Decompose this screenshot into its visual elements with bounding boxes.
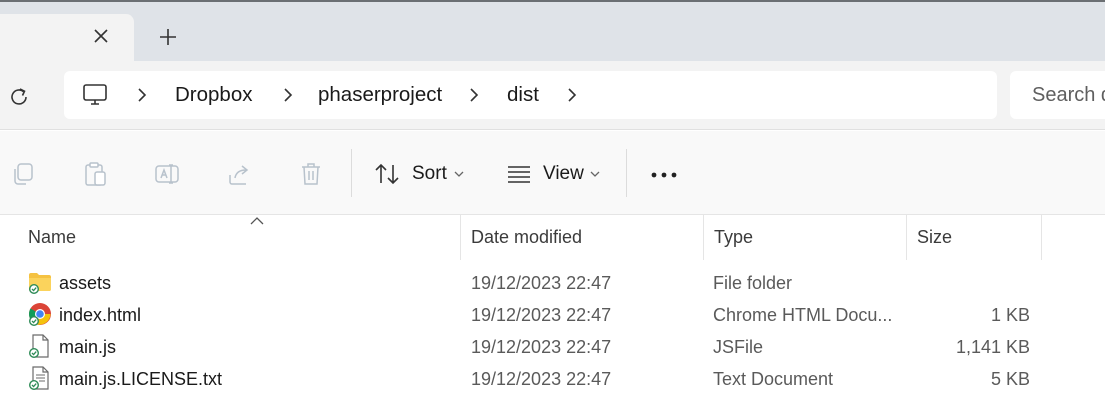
table-row[interactable]: main.js 19/12/2023 22:47 JSFile 1,141 KB xyxy=(0,331,1105,363)
chevron-right-icon[interactable] xyxy=(134,87,150,103)
more-icon[interactable] xyxy=(650,171,678,179)
column-header-name-label: Name xyxy=(28,227,77,247)
sort-icon xyxy=(375,163,399,185)
plus-icon[interactable] xyxy=(156,25,180,49)
file-name: index.html xyxy=(59,305,142,325)
view-icon xyxy=(508,166,530,183)
file-name: main.js.LICENSE.txt xyxy=(59,369,223,389)
chrome-icon xyxy=(29,303,51,326)
file-type: Chrome HTML Docu... xyxy=(713,305,891,325)
table-row[interactable]: assets 19/12/2023 22:47 File folder xyxy=(0,267,1105,299)
file-date: 19/12/2023 22:47 xyxy=(471,337,612,357)
chevron-down-icon xyxy=(454,171,464,177)
view-label: View xyxy=(543,163,584,184)
sort-ascending-icon xyxy=(250,217,264,225)
file-type: File folder xyxy=(713,273,793,293)
sort-label: Sort xyxy=(412,163,447,184)
active-tab[interactable] xyxy=(0,14,134,63)
file-icon xyxy=(29,334,49,358)
share-icon[interactable] xyxy=(226,161,252,187)
folder-icon xyxy=(29,273,51,294)
chevron-right-icon[interactable] xyxy=(466,87,482,103)
search-placeholder: Search d xyxy=(1032,84,1105,106)
breadcrumb-phaserproject[interactable]: phaserproject xyxy=(318,83,442,107)
toolbar-separator xyxy=(351,149,352,197)
copy-icon[interactable] xyxy=(10,161,36,187)
breadcrumb-dist[interactable]: dist xyxy=(507,83,539,107)
table-row[interactable]: index.html 19/12/2023 22:47 Chrome HTML … xyxy=(0,299,1105,331)
file-name: assets xyxy=(59,273,112,293)
column-header-date[interactable]: Date modified xyxy=(461,215,704,260)
rename-icon[interactable] xyxy=(154,161,180,187)
column-header-name[interactable]: Name xyxy=(18,215,461,260)
toolbar-separator xyxy=(626,149,627,197)
delete-icon[interactable] xyxy=(298,161,324,187)
column-header-size-label: Size xyxy=(917,227,953,247)
column-header-row: Name Date modified Type Size xyxy=(0,215,1105,260)
file-size: 1,141 KB xyxy=(955,337,1030,357)
file-size: 1 KB xyxy=(990,305,1030,325)
tab-strip xyxy=(0,0,1105,63)
chevron-down-icon xyxy=(590,171,600,177)
address-row: Dropbox phaserproject dist Search d xyxy=(0,61,1105,130)
refresh-icon[interactable] xyxy=(7,85,31,109)
file-size: 5 KB xyxy=(990,369,1030,389)
chevron-right-icon[interactable] xyxy=(564,87,580,103)
file-date: 19/12/2023 22:47 xyxy=(471,273,612,293)
file-date: 19/12/2023 22:47 xyxy=(471,305,612,325)
close-icon[interactable] xyxy=(90,25,112,47)
command-bar: Sort View xyxy=(0,131,1105,215)
column-header-date-label: Date modified xyxy=(471,227,583,247)
file-type: Text Document xyxy=(713,369,834,389)
paste-icon[interactable] xyxy=(82,161,108,187)
chevron-right-icon[interactable] xyxy=(280,87,296,103)
column-header-type[interactable]: Type xyxy=(704,215,907,260)
view-button[interactable]: View xyxy=(506,159,606,189)
table-row[interactable]: main.js.LICENSE.txt 19/12/2023 22:47 Tex… xyxy=(0,363,1105,395)
text-file-icon xyxy=(29,366,49,390)
breadcrumb-dropbox[interactable]: Dropbox xyxy=(175,83,253,107)
column-header-size[interactable]: Size xyxy=(907,215,1042,260)
address-bar[interactable]: Dropbox phaserproject dist xyxy=(64,71,997,119)
this-pc-icon[interactable] xyxy=(82,83,108,107)
file-date: 19/12/2023 22:47 xyxy=(471,369,612,389)
file-name: main.js xyxy=(59,337,117,357)
sort-button[interactable]: Sort xyxy=(374,159,474,189)
column-header-type-label: Type xyxy=(714,227,754,247)
search-input[interactable]: Search d xyxy=(1010,71,1105,119)
file-type: JSFile xyxy=(713,337,764,357)
